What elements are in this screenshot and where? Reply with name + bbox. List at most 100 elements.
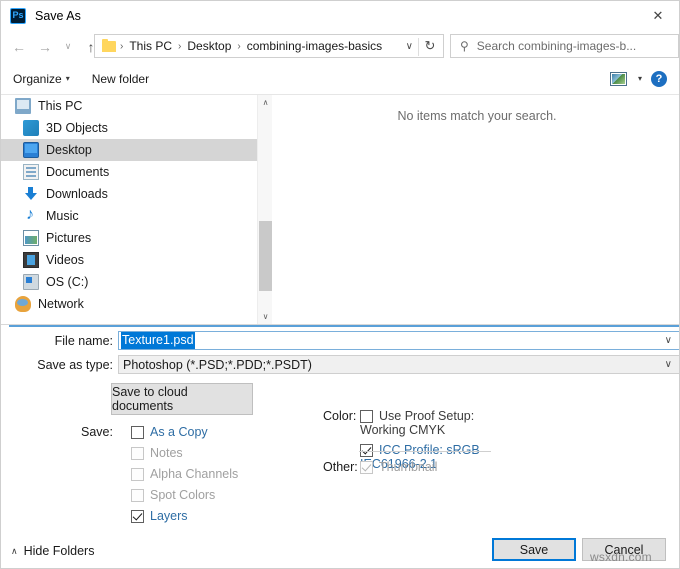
- new-folder-button[interactable]: New folder: [84, 68, 157, 90]
- navpane-item-label: Pictures: [46, 231, 91, 245]
- recent-locations-button[interactable]: ∨: [58, 34, 78, 60]
- close-icon[interactable]: ✕: [635, 1, 680, 30]
- breadcrumb-separator: ›: [116, 41, 127, 52]
- navpane-item-videos[interactable]: Videos: [1, 249, 257, 271]
- search-icon: ⚲: [460, 39, 469, 53]
- save-as-type-value: Photoshop (*.PSD;*.PDD;*.PSDT): [123, 358, 312, 372]
- checkbox-layers[interactable]: Layers: [131, 509, 188, 523]
- 3d-objects-icon: [23, 120, 39, 136]
- navpane-item-label: Desktop: [46, 143, 92, 157]
- save-to-cloud-documents-button[interactable]: Save to cloud documents: [111, 383, 253, 415]
- checkbox-box[interactable]: [131, 510, 144, 523]
- navpane-item-label: 3D Objects: [46, 121, 108, 135]
- file-list[interactable]: No items match your search.: [273, 95, 680, 324]
- panel-accent-line: [9, 325, 680, 327]
- this-pc-icon: [15, 98, 31, 114]
- checkbox-icc-profile[interactable]: ICC Profile: sRGB: [360, 443, 480, 457]
- chevron-down-icon[interactable]: ▾: [66, 74, 76, 83]
- organize-button[interactable]: Organize: [5, 68, 70, 90]
- window-title: Save As: [35, 9, 81, 23]
- navpane-item-desktop[interactable]: Desktop: [1, 139, 257, 161]
- checkbox-box[interactable]: [131, 489, 144, 502]
- checkbox-alpha-channels[interactable]: Alpha Channels: [131, 467, 238, 481]
- hide-folders-label: Hide Folders: [24, 544, 95, 558]
- navpane-item-network[interactable]: Network: [1, 293, 257, 315]
- navpane-item-downloads[interactable]: Downloads: [1, 183, 257, 205]
- navpane-item-label: Music: [46, 209, 79, 223]
- os-drive-icon: [23, 274, 39, 290]
- chevron-down-icon[interactable]: ∨: [665, 335, 672, 346]
- breadcrumb-separator: ›: [233, 41, 244, 52]
- downloads-icon: [23, 186, 39, 202]
- save-as-type-select[interactable]: Photoshop (*.PSD;*.PDD;*.PSDT) ∨: [118, 355, 680, 374]
- checkbox-label: As a Copy: [150, 425, 208, 439]
- scrollbar-thumb[interactable]: [259, 221, 272, 291]
- desktop-icon: [23, 142, 39, 158]
- checkbox-label: Thumbnail: [379, 460, 437, 474]
- file-name-input[interactable]: Texture1.psd ∨: [118, 331, 680, 350]
- checkbox-notes[interactable]: Notes: [131, 446, 183, 460]
- save-as-dialog: Ps Save As ✕ ← → ∨ ↑ › This PC › Desktop…: [0, 0, 680, 569]
- divider: [359, 451, 491, 452]
- navpane-item-label: Downloads: [46, 187, 108, 201]
- navigation-pane: This PC 3D Objects Desktop Documents Downloa…: [1, 95, 257, 324]
- file-name-value[interactable]: Texture1.psd: [121, 332, 195, 349]
- navpane-item-label: Documents: [46, 165, 109, 179]
- checkbox-label: Spot Colors: [150, 488, 215, 502]
- navpane-item-3d-objects[interactable]: 3D Objects: [1, 117, 257, 139]
- navpane-item-this-pc[interactable]: This PC: [1, 95, 257, 117]
- scroll-down-icon[interactable]: ∨: [258, 309, 273, 324]
- save-as-type-label: Save as type:: [9, 358, 113, 372]
- search-box[interactable]: ⚲ Search combining-images-b...: [450, 34, 679, 58]
- hide-folders-button[interactable]: ∧ Hide Folders: [11, 544, 94, 558]
- navpane-item-documents[interactable]: Documents: [1, 161, 257, 183]
- checkbox-box[interactable]: [360, 410, 373, 423]
- checkbox-box[interactable]: [131, 447, 144, 460]
- checkbox-box[interactable]: [131, 468, 144, 481]
- refresh-icon[interactable]: ↻: [419, 35, 441, 57]
- navpane-item-label: This PC: [38, 99, 82, 113]
- breadcrumb-separator: ›: [174, 41, 185, 52]
- checkbox-use-proof-setup[interactable]: Use Proof Setup:: [360, 409, 474, 423]
- checkbox-box: [360, 461, 373, 474]
- command-bar: Organize ▾ New folder ▾ ?: [1, 63, 680, 95]
- chevron-down-icon[interactable]: ∨: [665, 359, 672, 370]
- navpane-item-pictures[interactable]: Pictures: [1, 227, 257, 249]
- dialog-footer: ∧ Hide Folders: [1, 532, 680, 569]
- checkbox-box[interactable]: [131, 426, 144, 439]
- navpane-item-label: Videos: [46, 253, 84, 267]
- watermark: wsxdn.com: [590, 550, 652, 564]
- navpane-item-os-c[interactable]: OS (C:): [1, 271, 257, 293]
- navpane-item-label: Network: [38, 297, 84, 311]
- network-icon: [15, 296, 31, 312]
- checkbox-spot-colors[interactable]: Spot Colors: [131, 488, 215, 502]
- search-input[interactable]: Search combining-images-b...: [477, 39, 636, 53]
- breadcrumb-current-folder[interactable]: combining-images-basics: [245, 39, 384, 53]
- checkbox-box[interactable]: [360, 444, 373, 457]
- view-mode-icon[interactable]: [610, 72, 627, 86]
- back-button[interactable]: ←: [6, 34, 32, 60]
- breadcrumb-this-pc[interactable]: This PC: [127, 39, 174, 53]
- empty-list-message: No items match your search.: [273, 109, 680, 123]
- videos-icon: [23, 252, 39, 268]
- address-bar[interactable]: › This PC › Desktop › combining-images-b…: [94, 34, 444, 58]
- save-options-label: Save:: [81, 425, 113, 439]
- photoshop-icon: Ps: [10, 8, 26, 24]
- navpane-item-label: OS (C:): [46, 275, 88, 289]
- breadcrumb-desktop[interactable]: Desktop: [185, 39, 233, 53]
- checkbox-label: ICC Profile: sRGB: [379, 443, 480, 457]
- navpane-item-music[interactable]: Music: [1, 205, 257, 227]
- forward-button[interactable]: →: [32, 34, 58, 60]
- file-name-label: File name:: [9, 334, 113, 348]
- chevron-down-icon[interactable]: ▾: [638, 74, 642, 83]
- help-icon[interactable]: ?: [651, 71, 667, 87]
- navigation-scrollbar[interactable]: ∧ ∨: [257, 95, 272, 324]
- save-button[interactable]: Save: [492, 538, 576, 561]
- chevron-down-icon[interactable]: ∨: [406, 41, 413, 52]
- other-options-label: Other:: [323, 460, 358, 474]
- scroll-up-icon[interactable]: ∧: [258, 95, 273, 110]
- checkbox-thumbnail: Thumbnail: [360, 460, 437, 474]
- checkbox-as-a-copy[interactable]: As a Copy: [131, 425, 208, 439]
- folder-icon: [102, 41, 116, 52]
- music-icon: [23, 208, 39, 224]
